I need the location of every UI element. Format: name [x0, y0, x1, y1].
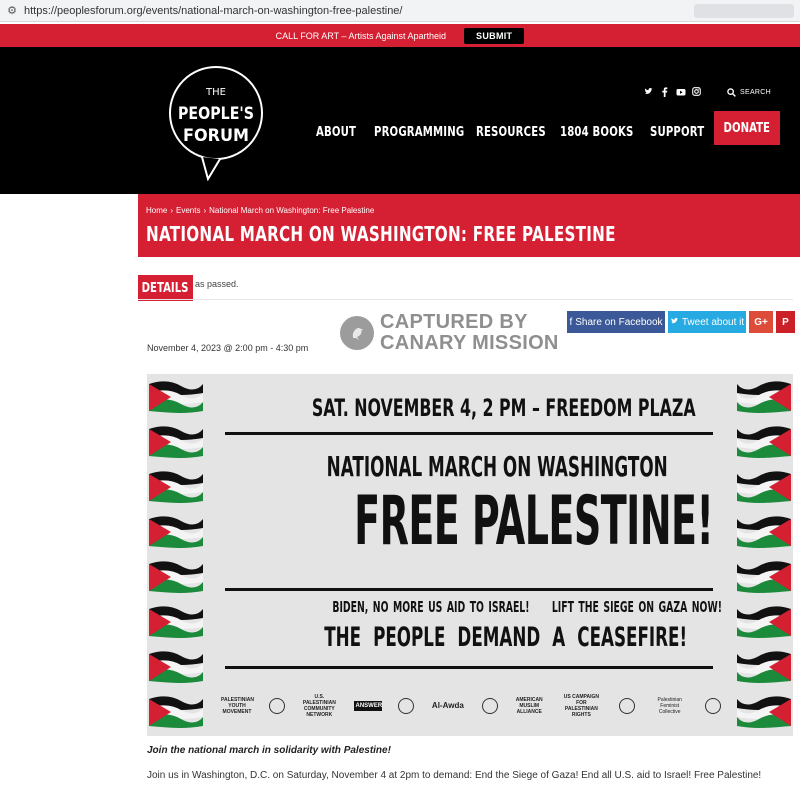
page-title-band: Home › Events › National March on Washin… — [138, 194, 800, 257]
canary-bird-icon — [340, 316, 374, 350]
palestine-flag — [149, 561, 203, 593]
poster-rule — [225, 588, 713, 591]
tweet-button[interactable]: Tweet about it — [668, 311, 746, 333]
poster-headline: FREE PALESTINE! — [354, 482, 714, 561]
poster-sponsor-logos: PALESTINIAN YOUTH MOVEMENT U.S. PALESTIN… — [221, 692, 721, 720]
palestine-flag — [737, 606, 791, 638]
submit-button[interactable]: SUBMIT — [464, 27, 525, 44]
youtube-icon[interactable] — [676, 87, 686, 100]
poster-rule — [225, 666, 713, 669]
nav-resources[interactable]: RESOURCES — [476, 125, 546, 140]
event-date: November 4, 2023 @ 2:00 pm - 4:30 pm — [147, 343, 309, 353]
share-facebook-button[interactable]: f Share on Facebook — [567, 311, 665, 333]
search-button[interactable]: SEARCH — [727, 88, 771, 97]
event-description: Join us in Washington, D.C. on Saturday,… — [147, 770, 762, 781]
poster-march-line: NATIONAL MARCH ON WASHINGTON — [326, 450, 668, 483]
sponsor-emblem — [704, 698, 721, 714]
sponsor-emblem — [482, 698, 499, 714]
search-label: SEARCH — [740, 89, 771, 96]
breadcrumb-current: National March on Washington: Free Pales… — [209, 206, 375, 215]
facebook-icon[interactable] — [660, 87, 669, 100]
sponsor-logo: U.S. PALESTINIAN COMMUNITY NETWORK — [302, 694, 336, 718]
breadcrumb-home[interactable]: Home — [146, 206, 167, 215]
google-plus-button[interactable]: G+ — [749, 311, 773, 333]
breadcrumb-separator: › — [203, 206, 207, 215]
twitter-icon[interactable] — [644, 87, 653, 100]
palestine-flags-left — [149, 381, 203, 728]
nav-programming[interactable]: PROGRAMMING — [374, 125, 464, 140]
palestine-flag — [737, 516, 791, 548]
announcement-bar: CALL FOR ART – Artists Against Apartheid… — [0, 24, 800, 47]
palestine-flag — [737, 651, 791, 683]
donate-label: DONATE — [723, 120, 771, 136]
poster-rule — [225, 432, 713, 435]
site-info-icon[interactable]: ⚙ — [0, 4, 24, 17]
page-title: NATIONAL MARCH ON WASHINGTON: FREE PALES… — [146, 222, 616, 246]
twitter-icon — [670, 317, 679, 328]
watermark-line-2: CANARY MISSION — [380, 332, 559, 354]
logo-text-the: THE — [205, 87, 226, 98]
details-tab[interactable]: DETAILS — [138, 275, 193, 301]
browser-url-bar[interactable]: ⚙ https://peoplesforum.org/events/nation… — [0, 0, 800, 22]
donate-button[interactable]: DONATE — [714, 111, 780, 145]
tweet-label: Tweet about it — [681, 316, 745, 328]
share-buttons: f Share on Facebook Tweet about it G+ P — [567, 311, 795, 333]
sponsor-logo: AMERICAN MUSLIM ALLIANCE — [515, 697, 543, 715]
palestine-flag — [149, 696, 203, 728]
palestine-flag — [737, 381, 791, 413]
sponsor-logo: ANSWER — [353, 701, 383, 711]
divider — [138, 299, 793, 300]
nav-1804-books[interactable]: 1804 BOOKS — [560, 125, 633, 140]
browser-controls-redacted — [694, 4, 794, 18]
poster-demand-2: LIFT THE SIEGE ON GAZA NOW! — [551, 598, 722, 616]
sponsor-emblem — [618, 698, 635, 714]
instagram-icon[interactable] — [692, 87, 701, 100]
poster-ceasefire: THE PEOPLE DEMAND A CEASEFIRE! — [324, 622, 688, 653]
event-passed-notice: as passed. — [195, 279, 239, 289]
breadcrumb-events[interactable]: Events — [176, 206, 200, 215]
social-links — [644, 87, 701, 100]
details-tab-label: DETAILS — [142, 280, 189, 296]
url-text[interactable]: https://peoplesforum.org/events/national… — [24, 5, 402, 17]
site-header: THE PEOPLE'S FORUM SEARCH ABOUT PROGRAMM… — [0, 47, 800, 194]
poster-date-line: SAT. NOVEMBER 4, 2 PM – FREEDOM PLAZA — [311, 394, 696, 422]
palestine-flag — [737, 696, 791, 728]
palestine-flag — [737, 561, 791, 593]
nav-about[interactable]: ABOUT — [316, 125, 356, 140]
search-icon — [727, 88, 736, 97]
sponsor-emblem — [397, 698, 414, 714]
sponsor-logo: Al-Awda — [431, 701, 464, 710]
palestine-flag — [149, 651, 203, 683]
canary-mission-watermark: CAPTURED BY CANARY MISSION — [340, 312, 559, 354]
announcement-text[interactable]: CALL FOR ART – Artists Against Apartheid — [276, 31, 446, 41]
watermark-text: CAPTURED BY CANARY MISSION — [380, 312, 559, 354]
poster-demand-1: BIDEN, NO MORE US AID TO ISRAEL! — [332, 598, 530, 616]
breadcrumb: Home › Events › National March on Washin… — [146, 206, 374, 215]
sponsor-logo: PALESTINIAN YOUTH MOVEMENT — [221, 697, 254, 715]
peoples-forum-logo[interactable]: THE PEOPLE'S FORUM — [162, 61, 270, 181]
watermark-line-1: CAPTURED BY — [380, 311, 528, 333]
palestine-flag — [149, 606, 203, 638]
palestine-flag — [149, 516, 203, 548]
palestine-flag — [149, 381, 203, 413]
palestine-flag — [149, 471, 203, 503]
poster-demands: BIDEN, NO MORE US AID TO ISRAEL! LIFT TH… — [213, 598, 725, 616]
logo-text-forum: FORUM — [183, 126, 249, 146]
palestine-flag — [737, 426, 791, 458]
event-poster-image: SAT. NOVEMBER 4, 2 PM – FREEDOM PLAZA NA… — [147, 374, 793, 736]
logo-text-peoples: PEOPLE'S — [178, 104, 254, 124]
palestine-flag — [149, 426, 203, 458]
nav-support[interactable]: SUPPORT — [650, 125, 704, 140]
share-facebook-label: Share on Facebook — [575, 316, 663, 328]
event-tagline: Join the national march in solidarity wi… — [147, 745, 391, 756]
pinterest-button[interactable]: P — [776, 311, 795, 333]
sponsor-logo: US CAMPAIGN FOR PALESTINIAN RIGHTS — [563, 694, 599, 718]
palestine-flags-right — [737, 381, 791, 728]
main-nav: ABOUT PROGRAMMING RESOURCES 1804 BOOKS S… — [316, 125, 704, 140]
facebook-icon: f — [569, 316, 573, 328]
breadcrumb-separator: › — [170, 206, 174, 215]
sponsor-logo: Palestinian Feminist Collective — [657, 697, 682, 715]
palestine-flag — [737, 471, 791, 503]
sponsor-emblem — [269, 698, 286, 714]
